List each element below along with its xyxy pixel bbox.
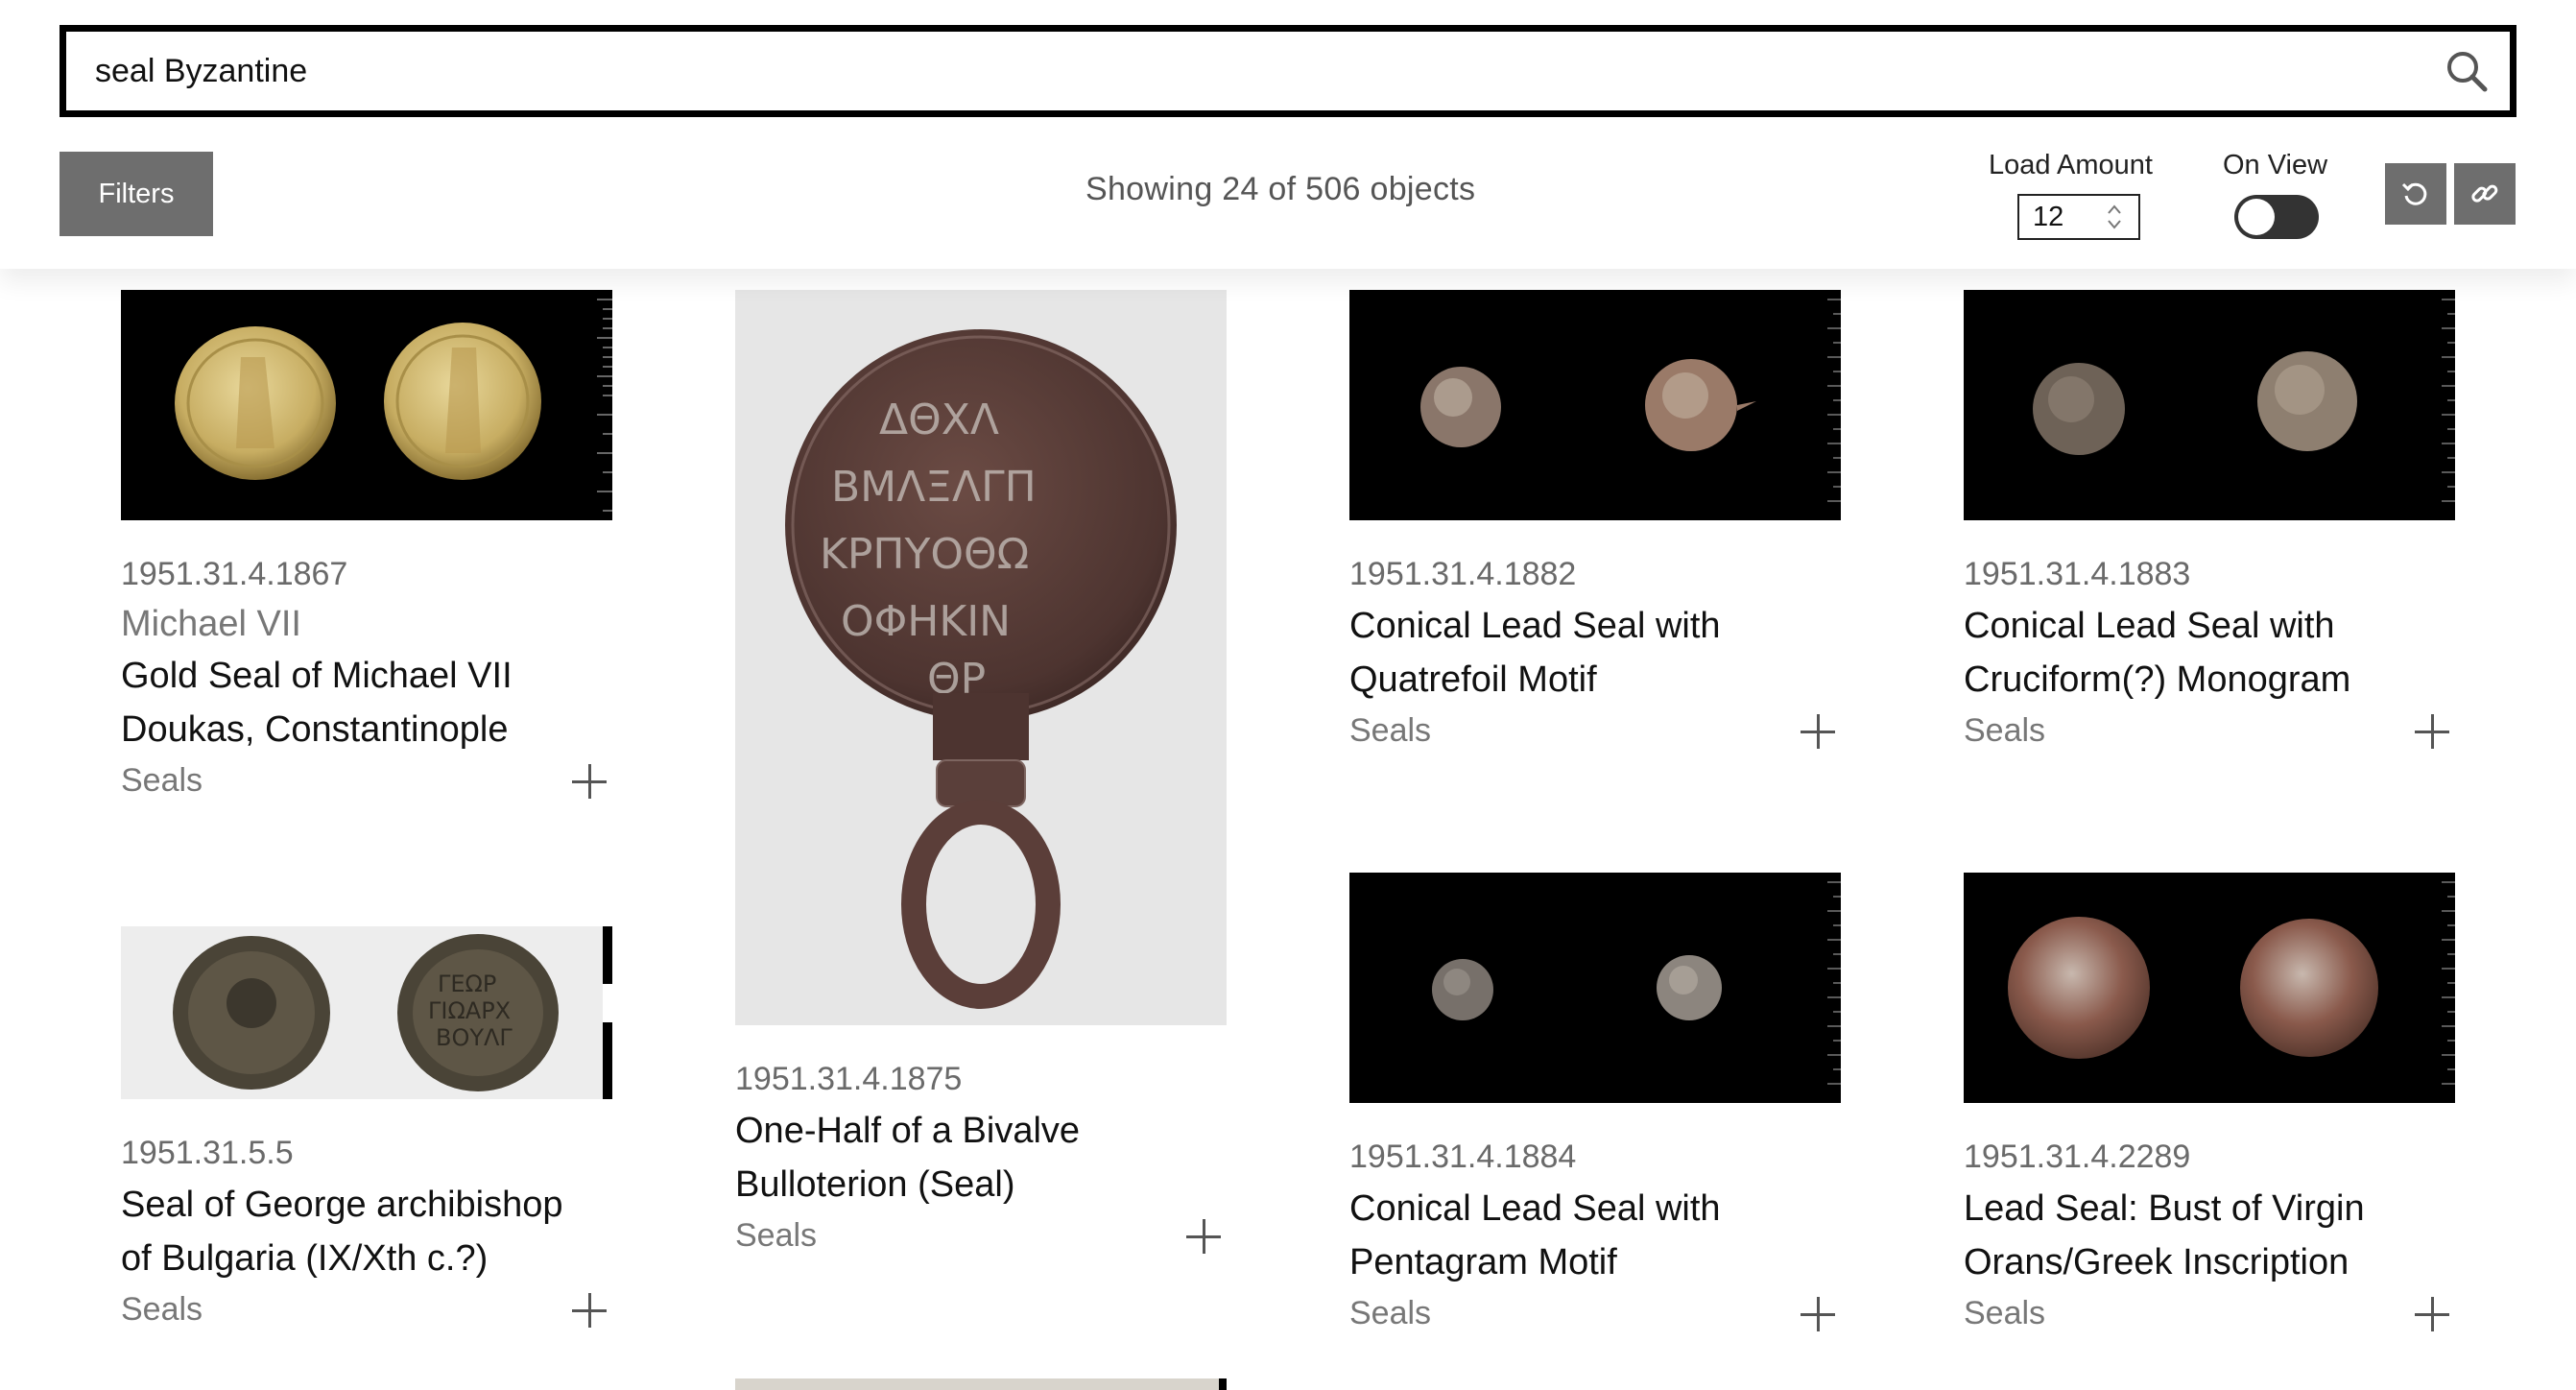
- card-meta: 1951.31.4.2289 Lead Seal: Bust of Virgin…: [1964, 1132, 2455, 1337]
- accession-number: 1951.31.4.1883: [1964, 556, 2191, 592]
- object-title[interactable]: Bulloterion (Seal): [735, 1158, 1227, 1211]
- svg-text:ΓΙΩΑΡΧ: ΓΙΩΑΡΧ: [428, 997, 511, 1024]
- object-image[interactable]: [1964, 290, 2455, 520]
- load-amount-value: 12: [2033, 202, 2064, 232]
- object-classification: Seals: [735, 1217, 818, 1254]
- filters-button[interactable]: Filters: [60, 152, 213, 236]
- copy-link-button[interactable]: [2454, 163, 2516, 225]
- object-image[interactable]: [1349, 290, 1841, 520]
- svg-text:ΟΦΗΚΙΝ: ΟΦΗΚΙΝ: [841, 597, 1011, 646]
- result-card[interactable]: 1951.31.4.2289 Lead Seal: Bust of Virgin…: [1964, 873, 2455, 1337]
- object-title[interactable]: One-Half of a Bivalve: [735, 1104, 1227, 1158]
- object-classification: Seals: [1349, 1295, 1432, 1331]
- plus-icon[interactable]: [2415, 1297, 2449, 1331]
- plus-icon[interactable]: [1801, 1297, 1835, 1331]
- on-view-toggle[interactable]: [2234, 195, 2319, 239]
- svg-text:ΚΡΠΥΟΘΩ: ΚΡΠΥΟΘΩ: [820, 530, 1029, 579]
- result-card[interactable]: 1951.31.4.1883 Conical Lead Seal with Cr…: [1964, 290, 2455, 755]
- svg-text:ΒΜΛΞΛΓΠ: ΒΜΛΞΛΓΠ: [831, 463, 1037, 512]
- svg-text:ΓΕΩΡ: ΓΕΩΡ: [438, 971, 496, 997]
- object-title[interactable]: Quatrefoil Motif: [1349, 653, 1841, 707]
- search-bar: [60, 25, 2516, 117]
- object-image[interactable]: [121, 290, 612, 520]
- link-icon: [2471, 184, 2498, 203]
- svg-text:ΒΟΥΛΓ: ΒΟΥΛΓ: [436, 1024, 513, 1051]
- accession-number: 1951.31.5.5: [121, 1135, 294, 1171]
- reset-button[interactable]: [2385, 163, 2446, 225]
- card-meta: 1951.31.4.1882 Conical Lead Seal with Qu…: [1349, 549, 1841, 755]
- object-title[interactable]: Seal of George archibishop: [121, 1178, 612, 1232]
- accession-number: 1951.31.4.1882: [1349, 556, 1577, 592]
- result-card[interactable]: 1951.31.4.1882 Conical Lead Seal with Qu…: [1349, 290, 1841, 755]
- search-header: Filters Showing 24 of 506 objects Load A…: [0, 0, 2576, 269]
- search-button[interactable]: [2445, 49, 2489, 93]
- object-title[interactable]: Conical Lead Seal with: [1964, 599, 2455, 653]
- card-meta: 1951.31.5.5 Seal of George archibishop o…: [121, 1128, 612, 1333]
- accession-number: 1951.31.4.1875: [735, 1061, 963, 1097]
- object-title[interactable]: Cruciform(?) Monogram: [1964, 653, 2455, 707]
- load-amount-stepper[interactable]: 12: [2017, 194, 2140, 240]
- card-meta: 1951.31.4.1884 Conical Lead Seal with Pe…: [1349, 1132, 1841, 1337]
- object-maker: Michael VII: [121, 604, 301, 644]
- search-icon: [2447, 52, 2488, 92]
- toggle-knob: [2238, 199, 2275, 235]
- object-title[interactable]: Conical Lead Seal with: [1349, 1182, 1841, 1235]
- accession-number: 1951.31.4.1884: [1349, 1138, 1577, 1175]
- on-view-label: On View: [2223, 150, 2328, 180]
- result-card[interactable]: 1951.31.4.1867 Michael VII Gold Seal of …: [121, 290, 612, 804]
- card-meta: 1951.31.4.1883 Conical Lead Seal with Cr…: [1964, 549, 2455, 755]
- result-card[interactable]: 1951.31.4.1884 Conical Lead Seal with Pe…: [1349, 873, 1841, 1337]
- object-classification: Seals: [121, 762, 203, 799]
- ruler-strip: [1219, 1378, 1227, 1390]
- search-input[interactable]: [95, 32, 2379, 110]
- object-image[interactable]: [1349, 873, 1841, 1103]
- plus-icon[interactable]: [1186, 1219, 1221, 1254]
- object-title[interactable]: Lead Seal: Bust of Virgin: [1964, 1182, 2455, 1235]
- object-title[interactable]: Orans/Greek Inscription: [1964, 1235, 2455, 1289]
- results-count: Showing 24 of 506 objects: [1085, 171, 1476, 207]
- object-image[interactable]: ΓΕΩΡ ΓΙΩΑΡΧ ΒΟΥΛΓ: [121, 926, 612, 1099]
- reset-icon: [2401, 182, 2427, 205]
- accession-number: 1951.31.4.1867: [121, 556, 348, 592]
- object-classification: Seals: [1964, 1295, 2046, 1331]
- chevron-down-icon[interactable]: [2106, 218, 2123, 231]
- result-card[interactable]: ΓΕΩΡ ΓΙΩΑΡΧ ΒΟΥΛΓ 1951.31.5.5 Seal of Geor…: [121, 926, 612, 1333]
- object-image[interactable]: [1964, 873, 2455, 1103]
- object-title[interactable]: Pentagram Motif: [1349, 1235, 1841, 1289]
- result-card-partial[interactable]: [735, 1378, 1227, 1390]
- object-title[interactable]: Gold Seal of Michael VII: [121, 649, 612, 703]
- plus-icon[interactable]: [1801, 714, 1835, 749]
- accession-number: 1951.31.4.2289: [1964, 1138, 2191, 1175]
- plus-icon[interactable]: [572, 1293, 607, 1328]
- object-classification: Seals: [1964, 712, 2046, 749]
- object-title[interactable]: Conical Lead Seal with: [1349, 599, 1841, 653]
- plus-icon[interactable]: [2415, 714, 2449, 749]
- card-meta: 1951.31.4.1867 Michael VII Gold Seal of …: [121, 549, 612, 804]
- object-title[interactable]: of Bulgaria (IX/Xth c.?): [121, 1232, 612, 1285]
- svg-text:ΔΘΧΛ: ΔΘΧΛ: [879, 395, 999, 444]
- result-card[interactable]: ΔΘΧΛ ΒΜΛΞΛΓΠ ΚΡΠΥΟΘΩ ΟΦΗΚΙΝ ΘΡ 1951.31.4…: [735, 290, 1227, 1259]
- chevron-up-icon[interactable]: [2106, 203, 2123, 216]
- load-amount-label: Load Amount: [1989, 150, 2153, 180]
- card-meta: 1951.31.4.1875 One-Half of a Bivalve Bul…: [735, 1054, 1227, 1259]
- object-image[interactable]: ΔΘΧΛ ΒΜΛΞΛΓΠ ΚΡΠΥΟΘΩ ΟΦΗΚΙΝ ΘΡ: [735, 290, 1227, 1025]
- object-classification: Seals: [1349, 712, 1432, 749]
- object-title[interactable]: Doukas, Constantinople: [121, 703, 612, 756]
- object-classification: Seals: [121, 1291, 203, 1328]
- plus-icon[interactable]: [572, 764, 607, 799]
